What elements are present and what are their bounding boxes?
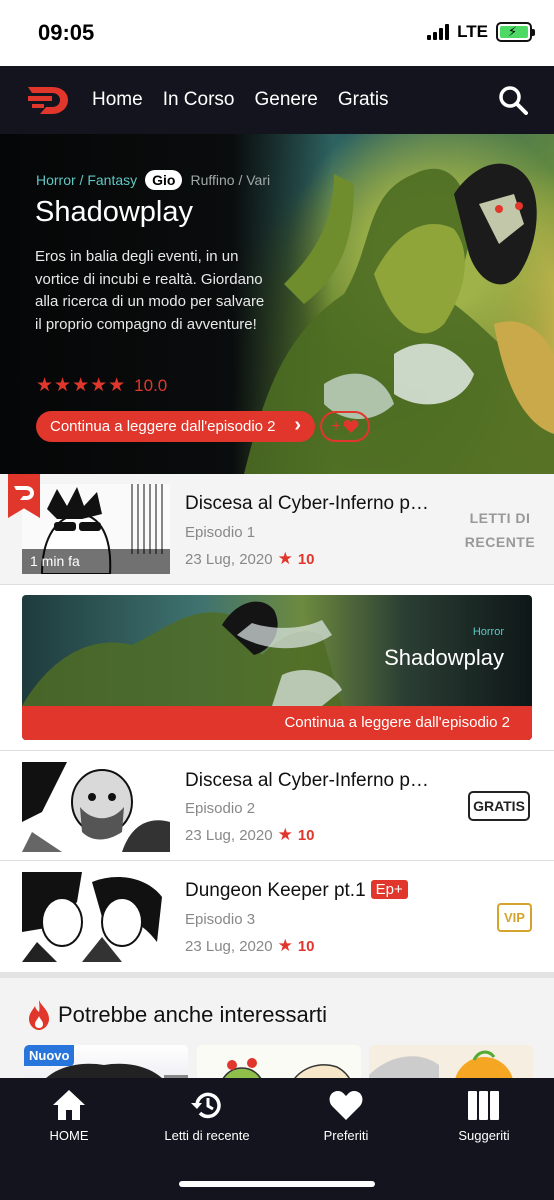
star-icon: ★: [277, 936, 293, 955]
episode-title: Discesa al Cyber-Inferno p…: [185, 770, 429, 791]
tab-recent-label: Letti di recente: [164, 1128, 250, 1143]
nav-in-corso[interactable]: In Corso: [163, 89, 235, 111]
home-icon: [53, 1090, 85, 1120]
episode-meta: 23 Lug, 2020 ★ 10: [185, 825, 315, 845]
episode-title: Dungeon Keeper pt.1 Ep+: [185, 880, 408, 902]
rating-value: 10.0: [134, 375, 168, 395]
recent-episode-row[interactable]: 1 min fa Discesa al Cyber-Inferno p… Epi…: [0, 474, 554, 585]
heart-icon: [343, 420, 359, 433]
continue-reading-button[interactable]: Continua a leggere dall'episodio 2 ›: [36, 411, 315, 442]
free-badge: GRATIS: [468, 791, 530, 821]
episode-score: 10: [297, 550, 315, 568]
hero-banner[interactable]: Horror / Fantasy Gio Ruffino / Vari Shad…: [0, 134, 554, 474]
tab-home[interactable]: HOME: [9, 1088, 129, 1143]
episode-thumbnail: 1 min fa: [22, 484, 170, 574]
continue-series-banner[interactable]: Horror Shadowplay Continua a leggere dal…: [22, 595, 532, 740]
tab-favorites-label: Preferiti: [323, 1128, 369, 1143]
hero-authors: Ruffino / Vari: [190, 172, 271, 188]
episode-title-text: Dungeon Keeper pt.1: [185, 880, 366, 901]
search-icon[interactable]: [498, 85, 528, 115]
nav-genere[interactable]: Genere: [255, 89, 318, 111]
hero-title: Shadowplay: [35, 196, 193, 228]
star-icon: ★: [277, 549, 293, 568]
tab-suggested-label: Suggeriti: [458, 1128, 510, 1143]
episode-meta: 23 Lug, 2020 ★ 10: [185, 549, 315, 569]
episode-date: 23 Lug, 2020: [185, 937, 273, 955]
status-indicators: LTE ⚡: [427, 22, 535, 42]
hero-genre[interactable]: Horror / Fantasy: [36, 172, 137, 188]
episode-number: Episodio 2: [185, 800, 256, 817]
tab-recent[interactable]: Letti di recente: [147, 1088, 267, 1143]
banner-genre: Horror: [472, 626, 504, 638]
episode-thumbnail: [22, 872, 170, 962]
episode-number: Episodio 1: [185, 524, 256, 541]
star-rating-icon: ★★★★★: [36, 375, 127, 396]
suggestions-section: Potrebbe anche interessarti Nuovo: [0, 972, 554, 1095]
network-label: LTE: [457, 22, 488, 41]
continue-reading-label: Continua a leggere dall'episodio 2: [50, 418, 276, 435]
episode-score: 10: [297, 826, 315, 844]
hero-rating: ★★★★★ 10.0: [36, 374, 167, 397]
vip-badge: VIP: [497, 903, 532, 932]
hero-day-badge: Gio: [145, 170, 183, 190]
home-indicator: [179, 1181, 375, 1187]
suggestions-title: Potrebbe anche interessarti: [58, 1002, 328, 1027]
flame-icon: [29, 1000, 49, 1030]
top-nav: Home In Corso Genere Gratis: [0, 66, 554, 134]
ep-plus-badge: Ep+: [370, 880, 408, 899]
heart-icon: [329, 1091, 363, 1120]
banner-title: Shadowplay: [384, 645, 504, 670]
episode-score: 10: [297, 937, 315, 955]
banner-continue-button[interactable]: Continua a leggere dall'episodio 2: [22, 706, 532, 740]
episode-number: Episodio 3: [185, 911, 256, 928]
new-badge: Nuovo: [24, 1045, 75, 1066]
episode-row[interactable]: Dungeon Keeper pt.1 Ep+ Episodio 3 23 Lug…: [0, 862, 554, 972]
nav-gratis[interactable]: Gratis: [338, 89, 389, 111]
episode-date: 23 Lug, 2020: [185, 826, 273, 844]
tab-home-label: HOME: [49, 1128, 89, 1143]
add-favorite-button[interactable]: +: [320, 411, 370, 442]
nav-menu: Home In Corso Genere Gratis: [92, 89, 389, 111]
plus-icon: +: [331, 417, 341, 435]
battery-icon: ⚡: [496, 22, 535, 42]
tab-favorites[interactable]: Preferiti: [286, 1088, 406, 1143]
tab-suggested[interactable]: Suggeriti: [424, 1088, 544, 1143]
episode-meta: 23 Lug, 2020 ★ 10: [185, 936, 315, 956]
chevron-right-icon: ›: [294, 414, 301, 436]
read-time-overlay: 1 min fa: [22, 549, 170, 574]
nav-home[interactable]: Home: [92, 89, 143, 111]
signal-icon: [427, 24, 450, 40]
hero-description: Eros in balia degli eventi, in un vortic…: [35, 248, 265, 333]
episode-title: Discesa al Cyber-Inferno p…: [185, 493, 429, 514]
episode-thumbnail: [22, 762, 170, 852]
recently-read-label: LETTI DI RECENTE: [464, 510, 536, 550]
star-icon: ★: [277, 825, 293, 844]
app-logo-icon[interactable]: [26, 83, 70, 117]
history-icon: [191, 1092, 221, 1119]
status-bar: 09:05 LTE ⚡: [0, 0, 554, 66]
library-icon: [468, 1091, 499, 1120]
hero-tags: Horror / Fantasy Gio Ruffino / Vari: [36, 170, 270, 190]
status-time: 09:05: [38, 20, 95, 45]
episode-date: 23 Lug, 2020: [185, 550, 273, 568]
